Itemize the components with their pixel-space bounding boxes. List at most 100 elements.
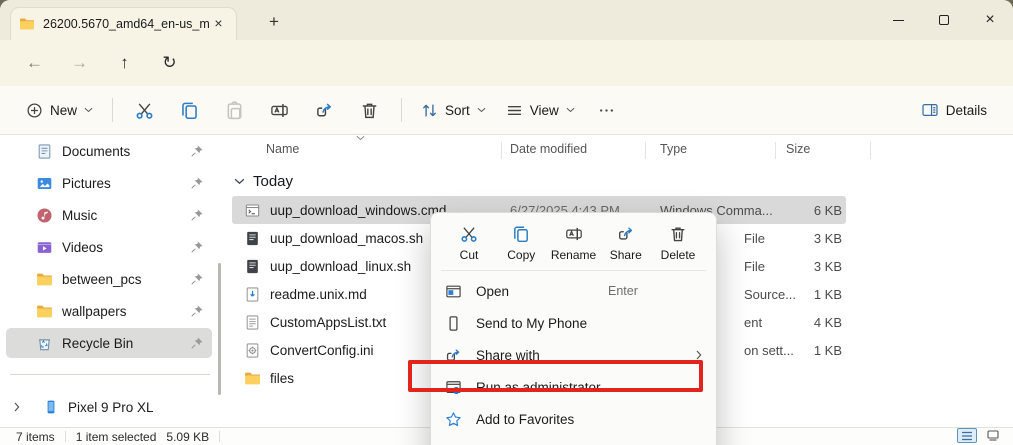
share-menu-button[interactable]: Share — [600, 221, 652, 262]
menu-item-label: Add to Favorites — [476, 411, 575, 427]
delete-button[interactable] — [347, 93, 392, 127]
cmd-file-icon — [244, 202, 261, 219]
column-header-date[interactable]: Date modified — [510, 142, 587, 156]
videos-icon — [36, 239, 53, 256]
sidebar-item-documents[interactable]: Documents — [6, 136, 212, 166]
quick-action-label: Cut — [459, 248, 479, 262]
menu-item-label: Open — [476, 283, 510, 299]
column-divider[interactable] — [870, 142, 871, 159]
chevron-down-icon — [234, 178, 245, 185]
column-divider[interactable] — [775, 142, 776, 159]
sidebar-item-label: Music — [62, 207, 98, 223]
copy-button[interactable] — [167, 93, 212, 127]
sidebar-item-label: Videos — [62, 239, 104, 255]
sort-icon — [421, 102, 438, 119]
back-button[interactable]: ← — [12, 46, 57, 80]
cut-menu-button[interactable]: Cut — [443, 221, 495, 262]
ini-file-icon — [244, 342, 261, 359]
copy-menu-button[interactable]: Copy — [495, 221, 547, 262]
address-bar: ← → ↑ ↻ Downloads 26200.5670_amd64_en-us… — [0, 40, 1013, 119]
star-icon — [445, 411, 462, 428]
column-divider[interactable] — [645, 142, 646, 159]
sidebar-item-label: Pictures — [62, 175, 111, 191]
paste-button[interactable] — [212, 93, 257, 127]
explorer-tab[interactable]: 26200.5670_amd64_en-us_mu × — [10, 7, 237, 40]
sidebar-item-music[interactable]: Music — [6, 200, 212, 230]
back-icon: ← — [26, 53, 43, 72]
tab-bar: 26200.5670_amd64_en-us_mu × + × — [0, 0, 1013, 40]
close-button[interactable]: × — [967, 0, 1013, 40]
view-icon — [506, 102, 523, 119]
status-divider — [64, 431, 66, 442]
share-icon — [617, 225, 635, 243]
sidebar-divider — [10, 374, 210, 375]
column-header-size[interactable]: Size — [786, 142, 810, 156]
menu-item-compress-to[interactable]: Compress to — [435, 435, 712, 445]
up-button[interactable]: ↑ — [102, 46, 147, 80]
sidebar-scrollbar[interactable] — [218, 263, 221, 395]
tab-close-icon[interactable]: × — [209, 15, 228, 34]
rename-menu-button[interactable]: Rename — [548, 221, 600, 262]
expand-chevron-icon[interactable] — [14, 402, 26, 412]
cut-icon — [135, 101, 154, 120]
sidebar-item-recycle-bin[interactable]: Recycle Bin — [6, 328, 212, 358]
chevron-down-icon — [566, 107, 575, 113]
new-button[interactable]: New — [16, 93, 103, 127]
pin-icon — [190, 144, 204, 158]
menu-item-add-to-favorites[interactable]: Add to Favorites — [435, 403, 712, 435]
menu-item-send-to-phone[interactable]: Send to My Phone — [435, 307, 712, 339]
file-name: CustomAppsList.txt — [270, 314, 387, 330]
file-size: 6 KB — [813, 202, 842, 218]
sidebar-item-pictures[interactable]: Pictures — [6, 168, 212, 198]
selection-count: 1 item selected — [75, 429, 157, 444]
up-icon: ↑ — [120, 53, 129, 72]
new-tab-button[interactable]: + — [260, 9, 288, 35]
folder-icon — [36, 271, 53, 288]
phone-icon — [43, 399, 59, 415]
file-name: uup_download_linux.sh — [270, 258, 412, 274]
details-pane-button[interactable]: Details — [911, 93, 997, 127]
view-button[interactable]: View — [496, 93, 585, 127]
minimize-icon — [892, 19, 904, 21]
menu-item-open[interactable]: Open Enter — [435, 275, 712, 307]
sidebar-item-device[interactable]: Pixel 9 Pro XL — [6, 392, 212, 422]
share-button[interactable] — [302, 93, 347, 127]
sidebar-item-label: wallpapers — [62, 303, 127, 319]
rename-button[interactable] — [257, 93, 302, 127]
pin-icon — [190, 240, 204, 254]
md-file-icon — [244, 286, 261, 303]
thumbnail-view-toggle[interactable] — [983, 428, 1003, 443]
details-pane-label: Details — [945, 102, 987, 118]
maximize-button[interactable] — [921, 0, 967, 40]
open-icon — [445, 283, 462, 300]
column-divider[interactable] — [501, 142, 502, 159]
cut-button[interactable] — [122, 93, 167, 127]
sidebar-item-label: Documents — [62, 143, 131, 159]
more-options-icon — [598, 102, 615, 119]
file-size: 3 KB — [813, 230, 842, 246]
folder-icon — [36, 303, 53, 320]
pin-icon — [190, 336, 204, 350]
column-header-name[interactable]: Name — [266, 142, 299, 156]
copy-icon — [512, 225, 530, 243]
forward-icon: → — [71, 53, 88, 72]
paste-icon — [225, 100, 244, 120]
txt-file-icon — [244, 314, 261, 331]
sort-button[interactable]: Sort — [411, 93, 496, 127]
sidebar-item-between-pcs[interactable]: between_pcs — [6, 264, 212, 294]
sidebar-item-wallpapers[interactable]: wallpapers — [6, 296, 212, 326]
refresh-button[interactable]: ↻ — [147, 46, 192, 80]
column-header-type[interactable]: Type — [660, 142, 687, 156]
item-count: 7 items — [16, 429, 55, 444]
toolbar-divider — [112, 98, 114, 122]
group-header-today[interactable]: Today — [234, 168, 293, 194]
minimize-button[interactable] — [875, 0, 921, 40]
pictures-icon — [36, 175, 53, 192]
forward-button[interactable]: → — [57, 46, 102, 80]
folder-icon — [244, 370, 261, 387]
more-options-button[interactable] — [585, 93, 628, 127]
sidebar-item-videos[interactable]: Videos — [6, 232, 212, 262]
details-view-toggle[interactable] — [957, 428, 977, 443]
sh-file-icon — [244, 258, 261, 275]
delete-menu-button[interactable]: Delete — [652, 221, 704, 262]
